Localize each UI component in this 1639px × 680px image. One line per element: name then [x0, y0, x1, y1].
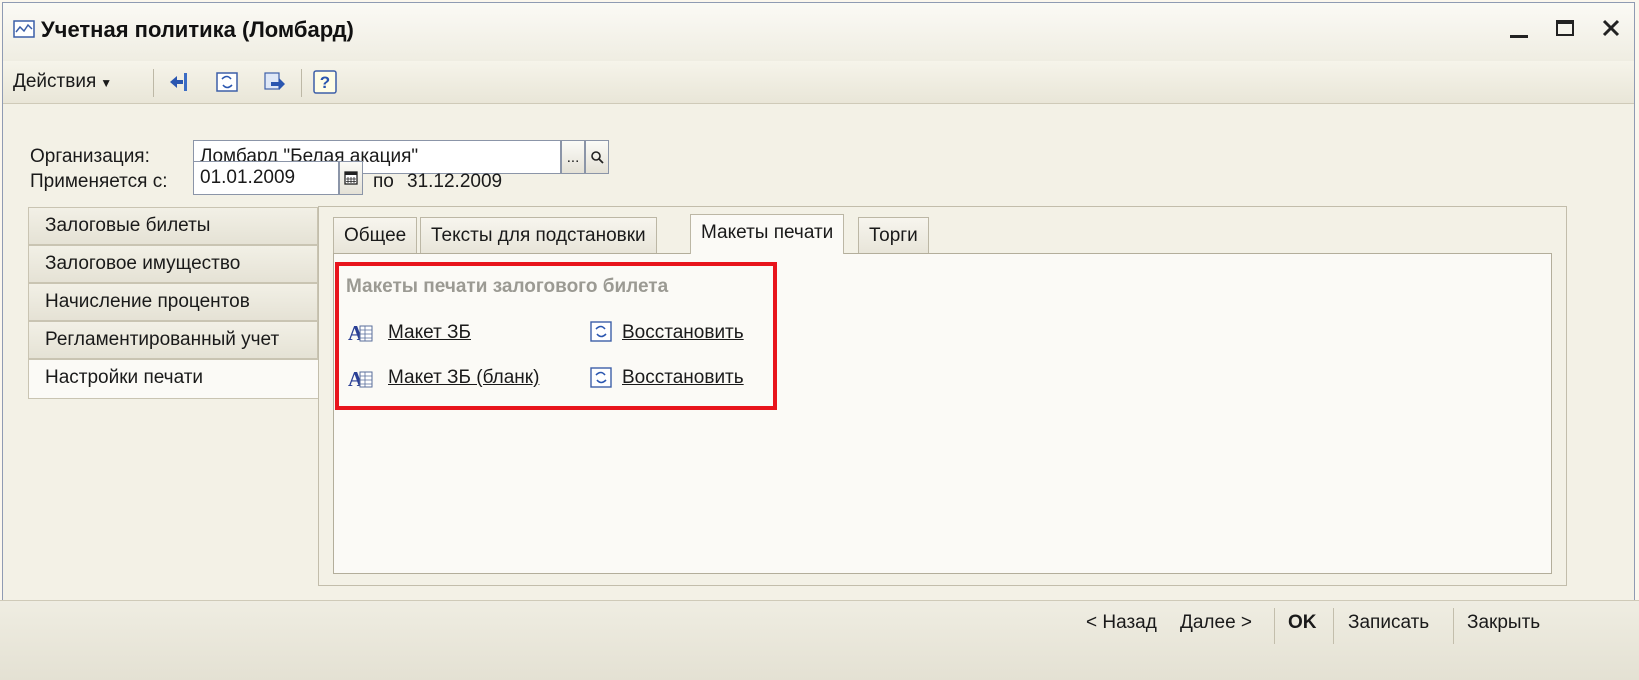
- left-tab-label: Настройки печати: [45, 367, 204, 388]
- tab-label: Тексты для подстановки: [431, 225, 646, 246]
- applies-to-date: 31.12.2009: [407, 171, 503, 192]
- tab-label: Общее: [344, 225, 407, 246]
- help-button[interactable]: ?: [311, 68, 339, 96]
- close-icon: [1602, 19, 1620, 37]
- print-templates-content: [333, 253, 1552, 574]
- restore-link[interactable]: Восстановить: [622, 322, 744, 344]
- next-button[interactable]: Далее >: [1180, 612, 1252, 634]
- bottom-separator: [1274, 608, 1275, 644]
- toolbar-separator: [153, 69, 154, 97]
- applies-from-label: Применяется с:: [30, 171, 168, 192]
- left-tab-label: Залоговые билеты: [45, 215, 211, 236]
- tab-substitution-texts[interactable]: Тексты для подстановки: [420, 217, 657, 253]
- ok-button[interactable]: OK: [1288, 612, 1317, 634]
- minimize-button[interactable]: [1506, 13, 1532, 43]
- actions-menu-button[interactable]: Действия ▼: [13, 71, 112, 93]
- tab-general[interactable]: Общее: [333, 217, 418, 253]
- ellipsis-icon: ...: [566, 148, 580, 166]
- tab-label: Макеты печати: [701, 222, 834, 243]
- search-icon: [591, 151, 604, 164]
- arrow-left-button[interactable]: [165, 68, 193, 96]
- close-window-button[interactable]: [1598, 13, 1624, 43]
- left-tab-print-settings[interactable]: Настройки печати: [28, 359, 320, 399]
- close-button[interactable]: Закрыть: [1467, 612, 1540, 634]
- save-button[interactable]: Записать: [1348, 612, 1429, 634]
- tab-label: Торги: [869, 225, 918, 246]
- left-tab-regulated-accounting[interactable]: Регламентированный учет: [28, 321, 318, 359]
- left-tab-label: Регламентированный учет: [45, 329, 280, 350]
- restore-link[interactable]: Восстановить: [622, 367, 744, 389]
- select-button[interactable]: ...: [561, 140, 585, 174]
- toolbar-separator: [301, 69, 302, 97]
- arrow-left-icon: [170, 73, 187, 91]
- applies-from-date-field[interactable]: 01.01.2009: [193, 161, 339, 195]
- title-bar: Учетная политика (Ломбард): [3, 3, 1634, 62]
- bottom-separator: [1453, 608, 1454, 644]
- help-icon: ?: [313, 70, 337, 94]
- template-link-zb-blank[interactable]: Макет ЗБ (бланк): [388, 367, 539, 389]
- left-tab-label: Начисление процентов: [45, 291, 250, 312]
- tab-print-templates[interactable]: Макеты печати: [690, 214, 845, 254]
- calendar-icon: [344, 171, 358, 185]
- chevron-down-icon: ▼: [100, 76, 113, 90]
- tab-auctions[interactable]: Торги: [858, 217, 929, 253]
- bottom-separator: [1333, 608, 1334, 644]
- template-link-zb[interactable]: Макет ЗБ: [388, 322, 471, 344]
- toolbar: Действия ▼ ?: [3, 61, 1634, 104]
- open-button[interactable]: [585, 140, 609, 174]
- window-title: Учетная политика (Ломбард): [41, 17, 354, 42]
- templates-group-title: Макеты печати залогового билета: [346, 276, 669, 297]
- actions-label: Действия: [13, 71, 97, 92]
- organization-label: Организация:: [30, 146, 150, 167]
- restore-icon: [590, 367, 612, 388]
- form-icon: [13, 20, 35, 38]
- restore-icon: [590, 321, 612, 342]
- back-button[interactable]: < Назад: [1086, 612, 1157, 634]
- left-tab-label: Залоговое имущество: [45, 253, 241, 274]
- calendar-button[interactable]: [339, 161, 363, 195]
- refresh-icon: [216, 72, 238, 92]
- applies-to-label: по: [373, 171, 394, 192]
- transfer-button[interactable]: [261, 68, 289, 96]
- left-tab-interest-accrual[interactable]: Начисление процентов: [28, 283, 318, 321]
- text-template-icon: A: [348, 321, 373, 344]
- maximize-button[interactable]: [1552, 13, 1578, 43]
- refresh-button[interactable]: [213, 68, 241, 96]
- left-tab-pledge-tickets[interactable]: Залоговые билеты: [28, 207, 318, 245]
- text-template-icon: A: [348, 367, 373, 390]
- transfer-icon: [264, 72, 285, 90]
- svg-text:?: ?: [320, 73, 330, 92]
- left-tab-pledged-property[interactable]: Залоговое имущество: [28, 245, 318, 283]
